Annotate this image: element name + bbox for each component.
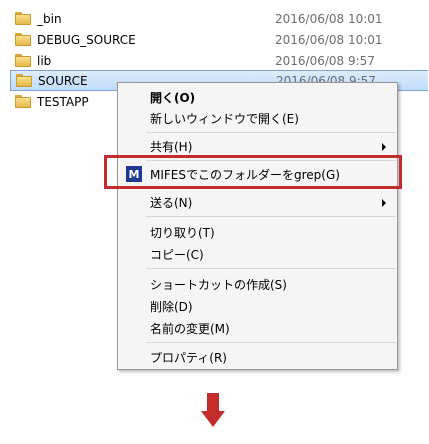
menu-item-label: 送る(N): [150, 195, 193, 210]
menu-item-share[interactable]: 共有(H): [118, 135, 397, 157]
menu-item-label: ショートカットの作成(S): [150, 277, 287, 292]
folder-icon: [16, 74, 32, 87]
highlight-box: [104, 155, 402, 189]
file-name: DEBUG_SOURCE: [37, 32, 136, 47]
menu-item-rename[interactable]: 名前の変更(M): [118, 317, 397, 339]
menu-item-copy[interactable]: コピー(C): [118, 243, 397, 265]
menu-item-cut[interactable]: 切り取り(T): [118, 221, 397, 243]
menu-item-create-shortcut[interactable]: ショートカットの作成(S): [118, 273, 397, 295]
file-row-debug-source[interactable]: DEBUG_SOURCE 2016/06/08 10:01: [10, 29, 428, 50]
file-row-lib[interactable]: lib 2016/06/08 9:57: [10, 50, 428, 71]
submenu-arrow-icon: [382, 143, 386, 151]
folder-icon: [15, 33, 31, 46]
file-date: 2016/06/08 9:57: [275, 53, 375, 68]
folder-icon: [15, 54, 31, 67]
menu-item-label: 名前の変更(M): [150, 321, 230, 336]
menu-item-properties[interactable]: プロパティ(R): [118, 346, 397, 368]
menu-item-delete[interactable]: 削除(D): [118, 295, 397, 317]
file-name: lib: [37, 53, 52, 68]
menu-item-label: 共有(H): [150, 139, 193, 154]
menu-item-open[interactable]: 開く(O): [118, 86, 397, 108]
submenu-arrow-icon: [382, 199, 386, 207]
context-menu: 開く(O) 新しいウィンドウで開く(E) 共有(H) M MIFESでこのフォル…: [117, 82, 398, 370]
file-date: 2016/06/08 10:01: [275, 32, 383, 47]
menu-separator: [146, 342, 396, 343]
menu-separator: [146, 216, 396, 217]
menu-item-label: 開く(O): [150, 90, 196, 105]
folder-icon: [15, 12, 31, 25]
menu-item-label: 新しいウィンドウで開く(E): [150, 111, 299, 126]
menu-separator: [146, 268, 396, 269]
menu-item-label: 削除(D): [150, 299, 193, 314]
file-name: _bin: [37, 11, 62, 26]
folder-icon: [15, 95, 31, 108]
menu-item-label: コピー(C): [150, 247, 204, 262]
menu-item-send-to[interactable]: 送る(N): [118, 191, 397, 213]
menu-separator: [146, 132, 396, 133]
menu-item-label: 切り取り(T): [150, 225, 215, 240]
file-row-bin[interactable]: _bin 2016/06/08 10:01: [10, 8, 428, 29]
file-date: 2016/06/08 10:01: [275, 11, 383, 26]
menu-item-label: プロパティ(R): [150, 350, 227, 365]
menu-item-open-new-window[interactable]: 新しいウィンドウで開く(E): [118, 107, 397, 129]
down-arrow-icon: [201, 393, 225, 429]
